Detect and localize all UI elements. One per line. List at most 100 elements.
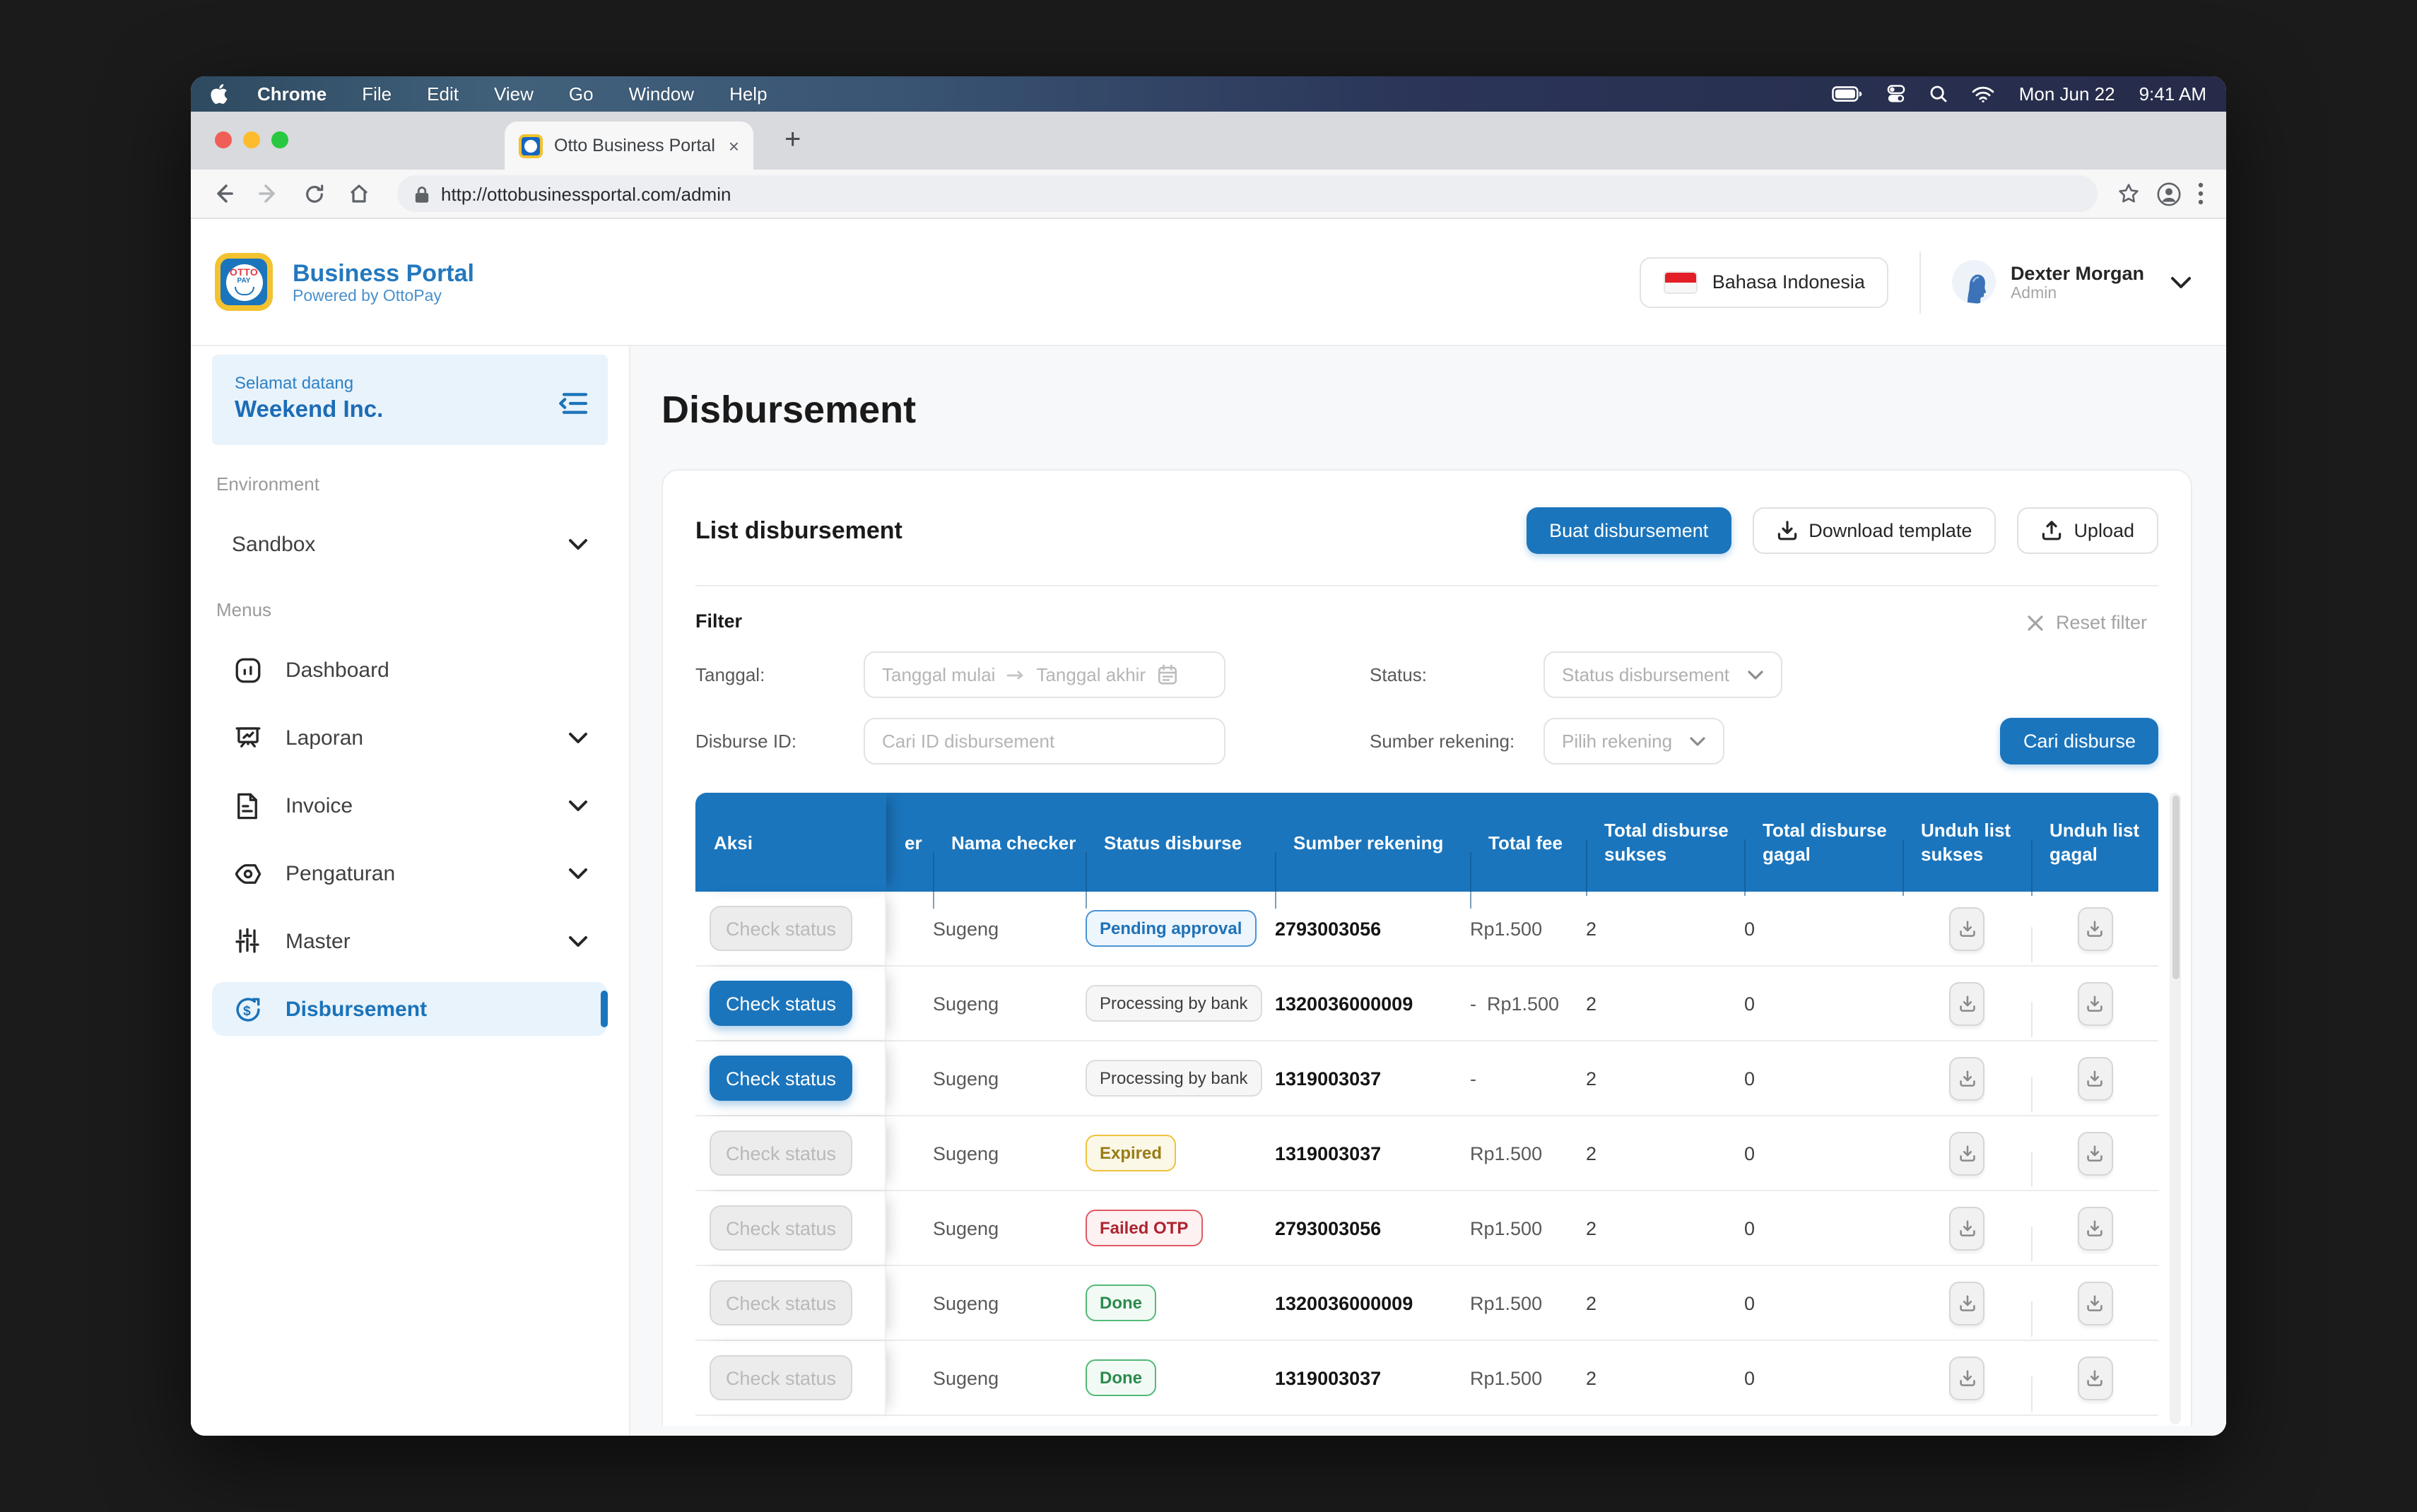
download-list-gagal-button[interactable] (2077, 1056, 2112, 1100)
check-status-button[interactable]: Check status (710, 1056, 852, 1101)
menubar-item-file[interactable]: File (362, 83, 392, 105)
status-badge: Done (1086, 1359, 1156, 1396)
wifi-icon[interactable] (1972, 85, 1995, 102)
profile-icon[interactable] (2157, 182, 2181, 206)
cell-nama-checker: Sugeng (933, 1217, 1086, 1239)
forward-icon[interactable] (250, 175, 287, 212)
table-row: Check status Sugeng Done 1319003037 Rp1.… (695, 1341, 2158, 1416)
address-bar[interactable]: http://ottobusinessportal.com/admin (397, 175, 2098, 212)
date-range-input[interactable]: Tanggal mulai Tanggal akhir (864, 651, 1225, 698)
zoom-window-button[interactable] (271, 131, 288, 148)
bookmark-star-icon[interactable] (2117, 182, 2140, 205)
user-avatar[interactable] (1953, 260, 1996, 304)
download-icon (2086, 919, 2103, 938)
cell-status-disburse: Pending approval (1086, 910, 1275, 947)
check-status-button[interactable]: Check status (710, 981, 852, 1026)
menubar-item-view[interactable]: View (494, 83, 534, 105)
download-icon (1958, 1369, 1975, 1387)
chevron-down-icon (1746, 669, 1763, 680)
language-selector[interactable]: Bahasa Indonesia (1640, 256, 1889, 307)
table-scrollbar[interactable] (2170, 793, 2181, 1424)
cell-nama-checker: Sugeng (933, 1142, 1086, 1164)
reset-filter-button[interactable]: Reset filter (2028, 612, 2147, 633)
minimize-window-button[interactable] (243, 131, 260, 148)
download-icon (1958, 1219, 1975, 1237)
column-header-fee: Total fee (1470, 830, 1586, 854)
menubar-item-window[interactable]: Window (629, 83, 695, 105)
sidebar-item-invoice[interactable]: Invoice (212, 779, 608, 832)
download-template-button[interactable]: Download template (1752, 507, 1996, 554)
apple-menu-icon[interactable] (211, 83, 229, 105)
sidebar-item-master[interactable]: Master (212, 914, 608, 968)
cell-total-disburse-sukses: 2 (1586, 1292, 1744, 1313)
download-list-sukses-button[interactable] (1949, 906, 1984, 950)
status-dropdown[interactable]: Status disbursement (1543, 651, 1782, 698)
menubar-item-help[interactable]: Help (729, 83, 768, 105)
download-list-gagal-button[interactable] (2077, 1206, 2112, 1250)
disbursement-table: Aksi er Nama checker Status disburse Sum… (695, 793, 2158, 1424)
back-icon[interactable] (205, 175, 242, 212)
menubar-date[interactable]: Mon Jun 22 (2019, 83, 2115, 105)
sidebar-item-disbursement[interactable]: $ Disbursement (212, 982, 608, 1036)
menubar-item-chrome[interactable]: Chrome (257, 83, 327, 105)
rekening-placeholder: Pilih rekening (1562, 731, 1672, 752)
window-controls (215, 131, 288, 148)
table-row: Check status Sugeng Expired 1319003037 R… (695, 1116, 2158, 1191)
cell-status-disburse: Expired (1086, 1135, 1275, 1171)
disburse-id-input[interactable] (864, 718, 1225, 764)
sidebar-item-dashboard[interactable]: Dashboard (212, 643, 608, 697)
tanggal-mulai-placeholder[interactable]: Tanggal mulai (882, 664, 995, 685)
download-list-sukses-button[interactable] (1949, 1131, 1984, 1175)
table-row: Check status Sugeng Processing by bank 1… (695, 967, 2158, 1041)
cari-disburse-button[interactable]: Cari disburse (2001, 718, 2158, 764)
buat-disbursement-button[interactable]: Buat disbursement (1527, 507, 1731, 554)
tanggal-akhir-placeholder[interactable]: Tanggal akhir (1036, 664, 1146, 685)
browser-menu-icon[interactable] (2198, 182, 2204, 205)
new-tab-button[interactable]: + (784, 126, 801, 154)
browser-tab[interactable]: Otto Business Portal × (505, 122, 753, 170)
table-header-row: Aksi er Nama checker Status disburse Sum… (695, 793, 2158, 892)
download-list-sukses-button[interactable] (1949, 1206, 1984, 1250)
battery-icon[interactable] (1833, 86, 1864, 102)
disbursement-icon: $ (232, 994, 263, 1024)
macos-menubar: Chrome File Edit View Go Window Help Mon… (191, 76, 2226, 112)
download-list-gagal-button[interactable] (2077, 1131, 2112, 1175)
download-list-gagal-button[interactable] (2077, 1281, 2112, 1325)
menubar-item-edit[interactable]: Edit (427, 83, 459, 105)
reload-icon[interactable] (295, 175, 332, 212)
settings-icon (232, 858, 263, 888)
download-icon (2086, 1219, 2103, 1237)
cell-sumber-rekening: 2793003056 (1275, 1217, 1470, 1239)
cell-total-disburse-gagal: 0 (1744, 1142, 1903, 1164)
spotlight-search-icon[interactable] (1930, 85, 1948, 103)
menubar-time[interactable]: 9:41 AM (2139, 83, 2206, 105)
download-list-gagal-button[interactable] (2077, 1356, 2112, 1400)
sidebar-collapse-icon[interactable] (558, 391, 588, 415)
download-list-gagal-button[interactable] (2077, 906, 2112, 950)
download-list-sukses-button[interactable] (1949, 981, 1984, 1025)
menubar-item-go[interactable]: Go (569, 83, 594, 105)
home-icon[interactable] (341, 175, 377, 212)
sidebar-item-laporan[interactable]: Laporan (212, 711, 608, 764)
download-list-sukses-button[interactable] (1949, 1281, 1984, 1325)
user-menu-chevron-icon[interactable] (2170, 275, 2192, 289)
url-text: http://ottobusinessportal.com/admin (441, 183, 731, 204)
invoice-icon (232, 791, 263, 820)
check-status-button: Check status (710, 1130, 852, 1176)
report-icon (232, 723, 263, 752)
indonesia-flag-icon (1664, 271, 1698, 293)
download-list-sukses-button[interactable] (1949, 1356, 1984, 1400)
column-header-aksi: Aksi (695, 793, 886, 892)
tab-close-icon[interactable]: × (729, 135, 739, 156)
sidebar-item-pengaturan[interactable]: Pengaturan (212, 846, 608, 900)
upload-button[interactable]: Upload (2017, 507, 2158, 554)
column-header-maker-partial: er (886, 830, 933, 854)
close-icon (2028, 614, 2045, 631)
control-center-icon[interactable] (1888, 85, 1906, 103)
cell-total-disburse-sukses: 2 (1586, 1142, 1744, 1164)
download-list-gagal-button[interactable] (2077, 981, 2112, 1025)
close-window-button[interactable] (215, 131, 232, 148)
environment-selector[interactable]: Sandbox (212, 517, 608, 571)
download-list-sukses-button[interactable] (1949, 1056, 1984, 1100)
rekening-dropdown[interactable]: Pilih rekening (1543, 718, 1724, 764)
